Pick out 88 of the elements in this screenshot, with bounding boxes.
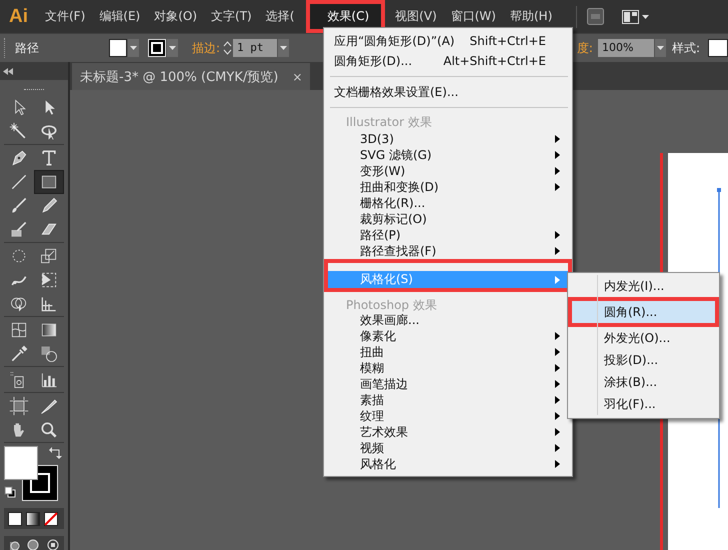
menu-section-header: Illustrator 效果 — [345, 114, 433, 130]
submenu-entry[interactable]: 艺术效果 — [326, 424, 570, 440]
opacity-label: 度: — [576, 40, 593, 56]
menu-entry[interactable]: 应用“圆角矩形(D)”(A) Shift+Ctrl+E — [326, 31, 570, 51]
color-mode-button[interactable] — [6, 510, 23, 527]
blend-icon — [39, 344, 59, 364]
free-transform-icon — [39, 270, 59, 290]
submenu-entry[interactable]: 扭曲 — [326, 344, 570, 360]
shortcut-text: Alt+Shift+Ctrl+E — [442, 54, 547, 68]
stroke-weight-field[interactable]: 1 pt — [233, 39, 278, 57]
menu-entry-label: 模糊 — [360, 360, 384, 376]
menu-entry-label: 纹理 — [360, 408, 384, 424]
zoom-icon — [39, 420, 59, 440]
layout-icon[interactable] — [622, 10, 650, 24]
selection-label: 路径 — [15, 40, 40, 56]
menu-entry-label: 3D(3) — [360, 132, 394, 146]
style-swatch[interactable] — [708, 39, 728, 57]
menu-entry-label: 素描 — [360, 392, 384, 408]
app-logo: Ai — [9, 6, 28, 28]
fill-stroke-drawing[interactable] — [4, 446, 58, 501]
submenu-entry[interactable]: 风格化 — [326, 456, 570, 472]
menu-entry[interactable]: 圆角矩形(D)... Alt+Shift+Ctrl+E — [326, 51, 570, 71]
mesh-icon — [9, 320, 29, 340]
menu-entry-label: 文档栅格效果设置(E)... — [334, 84, 458, 100]
scale-icon — [39, 246, 59, 266]
stroke-swatch[interactable] — [148, 39, 166, 57]
menu-entry-label: 艺术效果 — [360, 424, 408, 440]
menu-entry[interactable]: 栅格化(R)... — [326, 195, 570, 211]
menu-entry-label: 路径查找器(F) — [360, 242, 436, 260]
shortcut-text: Shift+Ctrl+E — [468, 34, 547, 48]
menu-entry-label: 风格化 — [360, 456, 396, 472]
submenu-entry[interactable]: 路径查找器(F) — [326, 243, 570, 259]
menu-entry[interactable]: 裁剪标记(O) — [326, 211, 570, 227]
bridge-icon[interactable] — [587, 8, 604, 25]
line-icon — [9, 172, 29, 192]
menu-entry[interactable]: 内发光(I)... — [571, 275, 716, 297]
menu-item[interactable]: 对象(O) — [150, 0, 202, 33]
submenu-arrow-icon — [555, 276, 560, 284]
submenu-entry[interactable]: 纹理 — [326, 408, 570, 424]
menu-entry[interactable]: 外发光(O)... — [571, 327, 716, 349]
spinner-icon[interactable] — [222, 39, 234, 57]
submenu-entry[interactable]: 模糊 — [326, 360, 570, 376]
menu-section-header: Photoshop 效果 — [345, 296, 438, 312]
menu-entry-label: SVG 滤镜(G) — [360, 146, 432, 164]
submenu-entry[interactable]: 3D(3) — [326, 131, 570, 147]
menu-item[interactable]: 选择( — [262, 0, 298, 33]
menu-entry-label: 风格化(S) — [360, 271, 413, 288]
opacity-field[interactable]: 100% — [598, 39, 654, 57]
gradient-mode-button[interactable] — [24, 510, 41, 527]
submenu-entry[interactable]: 像素化 — [326, 328, 570, 344]
menu-entry-label: 像素化 — [360, 328, 396, 344]
stroke-label: 描边: — [192, 40, 220, 56]
menu-entry-label: 扭曲 — [360, 344, 384, 360]
menu-entry-label: 扭曲和变换(D) — [360, 178, 439, 196]
menu-entry[interactable]: 投影(D)... — [571, 349, 716, 371]
eyedropper-icon — [9, 344, 29, 364]
submenu-entry[interactable]: SVG 滤镜(G) — [326, 147, 570, 163]
menu-entry-label: 变形(W) — [360, 162, 406, 180]
submenu-entry[interactable]: 路径(P) — [326, 227, 570, 243]
menu-entry-label: 画笔描边 — [360, 376, 408, 392]
document-tab[interactable]: 未标题-3* @ 100% (CMYK/预览) × — [72, 63, 310, 90]
submenu-entry[interactable]: 变形(W) — [326, 163, 570, 179]
menu-entry[interactable]: 文档栅格效果设置(E)... — [326, 82, 570, 102]
menu-item[interactable]: 文字(T) — [207, 0, 256, 33]
menu-entry-label: 圆角矩形(D)... — [334, 52, 412, 70]
menu-entry[interactable]: 涂抹(B)... — [571, 371, 716, 393]
swap-arrows-icon[interactable] — [48, 446, 62, 460]
submenu-entry[interactable]: 素描 — [326, 392, 570, 408]
menu-entry[interactable]: 羽化(F)... — [571, 393, 716, 415]
menu-entry[interactable]: 效果画廊... — [326, 312, 570, 328]
close-tab-button[interactable]: × — [292, 70, 302, 84]
artboard-icon — [9, 396, 29, 416]
fill-swatch[interactable] — [109, 39, 127, 57]
menu-entry-label: 视频 — [360, 440, 384, 456]
default-colors-icon[interactable] — [4, 486, 16, 498]
none-mode-button[interactable] — [42, 510, 59, 527]
tool-button[interactable] — [34, 170, 64, 194]
menu-item[interactable]: 文件(F) — [41, 0, 90, 33]
menu-entry-label: 路径(P) — [360, 226, 401, 244]
collapse-icon[interactable] — [3, 68, 13, 74]
style-label: 样式: — [672, 40, 700, 56]
submenu-entry[interactable]: 扭曲和变换(D) — [326, 179, 570, 195]
submenu-entry[interactable]: 视频 — [326, 440, 570, 456]
document-title: 未标题-3* @ 100% (CMYK/预览) — [80, 68, 278, 86]
menu-entry[interactable]: 圆角(R)... — [568, 297, 719, 327]
menu-item[interactable]: 编辑(E) — [95, 0, 144, 33]
menu-entry-label: 应用“圆角矩形(D)”(A) — [334, 32, 455, 50]
submenu-entry[interactable]: 画笔描边 — [326, 376, 570, 392]
